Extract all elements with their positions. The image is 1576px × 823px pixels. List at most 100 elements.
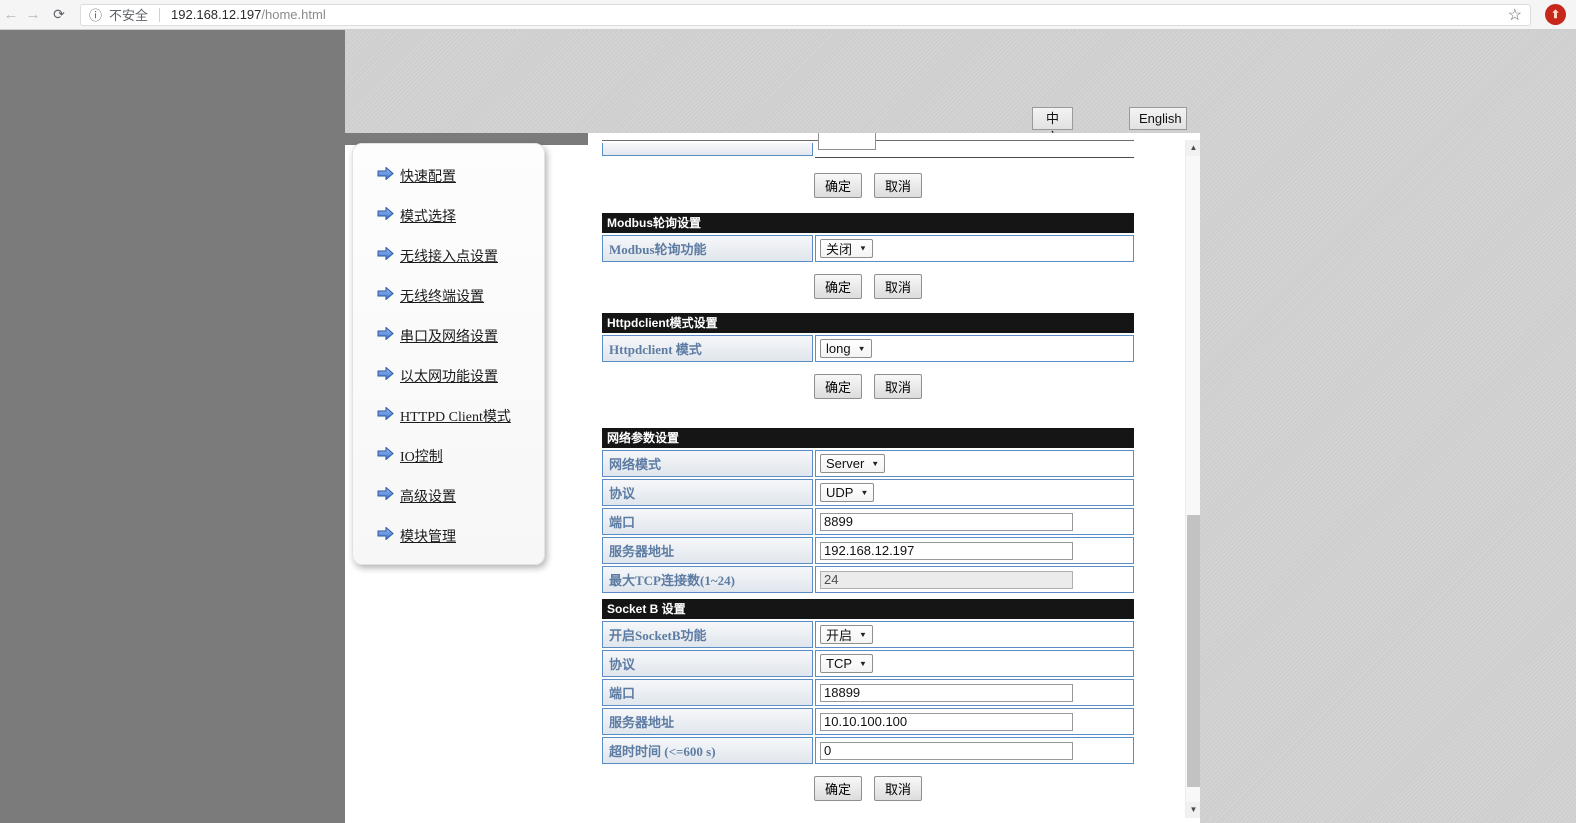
sidebar-item[interactable]: 高级设置: [353, 476, 544, 516]
sidebar-item[interactable]: 无线终端设置: [353, 276, 544, 316]
table-row: 开启SocketB功能开启 ▼: [602, 621, 1134, 648]
cancel-button[interactable]: 取消: [874, 776, 922, 801]
row-value-cell: [815, 508, 1134, 535]
row-label: 服务器地址: [602, 537, 813, 564]
sidebar-link[interactable]: 模式选择: [400, 206, 456, 226]
page-background: 中文 English 快速配置模式选择无线接入点设置无线终端设置串口及网络设置以…: [0, 30, 1576, 823]
dropdown-select[interactable]: long▼: [820, 339, 872, 358]
security-label: 不安全: [109, 5, 148, 24]
text-input[interactable]: [820, 684, 1073, 702]
text-input[interactable]: [820, 542, 1073, 560]
truncated-table-row: [602, 140, 1134, 165]
text-input[interactable]: [820, 713, 1073, 731]
cancel-button[interactable]: 取消: [874, 374, 922, 399]
row-label: Httpdclient 模式: [602, 335, 813, 362]
truncated-row-label: [602, 143, 813, 156]
select-value: 开启: [826, 625, 852, 644]
sidebar-item[interactable]: 以太网功能设置: [353, 356, 544, 396]
row-value-cell: [815, 679, 1134, 706]
reload-icon[interactable]: ⟳: [48, 6, 70, 23]
ok-button[interactable]: 确定: [814, 374, 862, 399]
chinese-language-button[interactable]: 中文: [1032, 107, 1073, 130]
scrollbar-thumb[interactable]: [1187, 515, 1200, 787]
left-gray-column: [0, 30, 345, 823]
row-label: 开启SocketB功能: [602, 621, 813, 648]
row-label: Modbus轮询功能: [602, 235, 813, 262]
dropdown-select[interactable]: Server ▼: [820, 454, 885, 473]
table-row: 协议 UDP▼: [602, 479, 1134, 506]
english-language-button[interactable]: English: [1129, 107, 1187, 130]
cancel-button[interactable]: 取消: [874, 274, 922, 299]
scroll-up-icon[interactable]: ▲: [1186, 140, 1200, 156]
text-input: [820, 571, 1073, 589]
action-bar: 确定 取消: [602, 173, 1134, 198]
dropdown-select[interactable]: UDP▼: [820, 483, 874, 502]
back-icon[interactable]: ←: [0, 6, 22, 23]
row-label: 超时时间 (<=600 s): [602, 737, 813, 764]
sidebar-link[interactable]: 无线终端设置: [400, 286, 484, 306]
sidebar-item[interactable]: 串口及网络设置: [353, 316, 544, 356]
select-arrow-icon: ▼: [859, 630, 867, 638]
sidebar-link[interactable]: 无线接入点设置: [400, 246, 498, 266]
row-value-cell: [815, 737, 1134, 764]
menu-arrow-icon: [377, 367, 394, 385]
sidebar-link[interactable]: 高级设置: [400, 486, 456, 506]
row-value-cell: 关闭 ▼: [815, 235, 1134, 262]
sidebar-link[interactable]: HTTPD Client模式: [400, 406, 511, 426]
action-bar: 确定取消: [602, 374, 1134, 399]
table-border-line: [815, 157, 1134, 158]
menu-arrow-icon: [377, 327, 394, 345]
row-label: 协议: [602, 479, 813, 506]
select-arrow-icon: ▼: [859, 244, 867, 252]
sidebar-link[interactable]: 以太网功能设置: [400, 366, 498, 386]
extension-icon[interactable]: ⬆: [1545, 4, 1566, 25]
dropdown-select[interactable]: 开启 ▼: [820, 625, 873, 644]
top-banner: 中文 English: [345, 30, 1576, 133]
bookmark-star-icon[interactable]: ☆: [1508, 5, 1522, 25]
text-input[interactable]: [820, 742, 1073, 760]
sidebar-item[interactable]: HTTPD Client模式: [353, 396, 544, 436]
select-value: 关闭: [826, 239, 852, 258]
truncated-select[interactable]: [818, 133, 876, 150]
action-bar: 确定取消: [602, 776, 1134, 801]
ok-button[interactable]: 确定: [814, 173, 862, 198]
table-row: 协议 TCP▼: [602, 650, 1134, 677]
row-label: 网络模式: [602, 450, 813, 477]
scroll-down-icon[interactable]: ▼: [1186, 802, 1200, 818]
dropdown-select[interactable]: 关闭 ▼: [820, 239, 873, 258]
menu-arrow-icon: [377, 487, 394, 505]
table-row: Httpdclient 模式 long▼: [602, 335, 1134, 362]
page-info-icon[interactable]: ⓘ: [89, 5, 102, 24]
select-value: Server: [826, 456, 864, 471]
row-value-cell: [815, 537, 1134, 564]
sidebar-item[interactable]: 模式选择: [353, 196, 544, 236]
ok-button[interactable]: 确定: [814, 776, 862, 801]
url-host: 192.168.12.197: [171, 7, 261, 22]
address-bar[interactable]: ⓘ 不安全 192.168.12.197 /home.html ☆: [80, 4, 1531, 26]
table-row: 网络模式 Server ▼: [602, 450, 1134, 477]
sidebar-item[interactable]: IO控制: [353, 436, 544, 476]
select-value: long: [826, 341, 851, 356]
select-arrow-icon: ▼: [860, 488, 868, 496]
sidebar-item[interactable]: 模块管理: [353, 516, 544, 556]
sidebar-link[interactable]: 快速配置: [400, 166, 456, 186]
sidebar-link[interactable]: 串口及网络设置: [400, 326, 498, 346]
address-separator: [159, 8, 160, 22]
dropdown-select[interactable]: TCP▼: [820, 654, 873, 673]
menu-arrow-icon: [377, 527, 394, 545]
sidebar-item[interactable]: 快速配置: [353, 156, 544, 196]
forward-icon[interactable]: →: [22, 6, 44, 23]
select-value: TCP: [826, 656, 852, 671]
sidebar-item[interactable]: 无线接入点设置: [353, 236, 544, 276]
menu-arrow-icon: [377, 167, 394, 185]
sidebar-link[interactable]: IO控制: [400, 446, 443, 466]
scrollbar[interactable]: ▲ ▼: [1185, 140, 1200, 818]
row-label: 协议: [602, 650, 813, 677]
text-input[interactable]: [820, 513, 1073, 531]
section-header: Httpdclient模式设置: [602, 313, 1134, 333]
sidebar-link[interactable]: 模块管理: [400, 526, 456, 546]
select-arrow-icon: ▼: [871, 459, 879, 467]
table-row: 超时时间 (<=600 s): [602, 737, 1134, 764]
cancel-button[interactable]: 取消: [874, 173, 922, 198]
ok-button[interactable]: 确定: [814, 274, 862, 299]
